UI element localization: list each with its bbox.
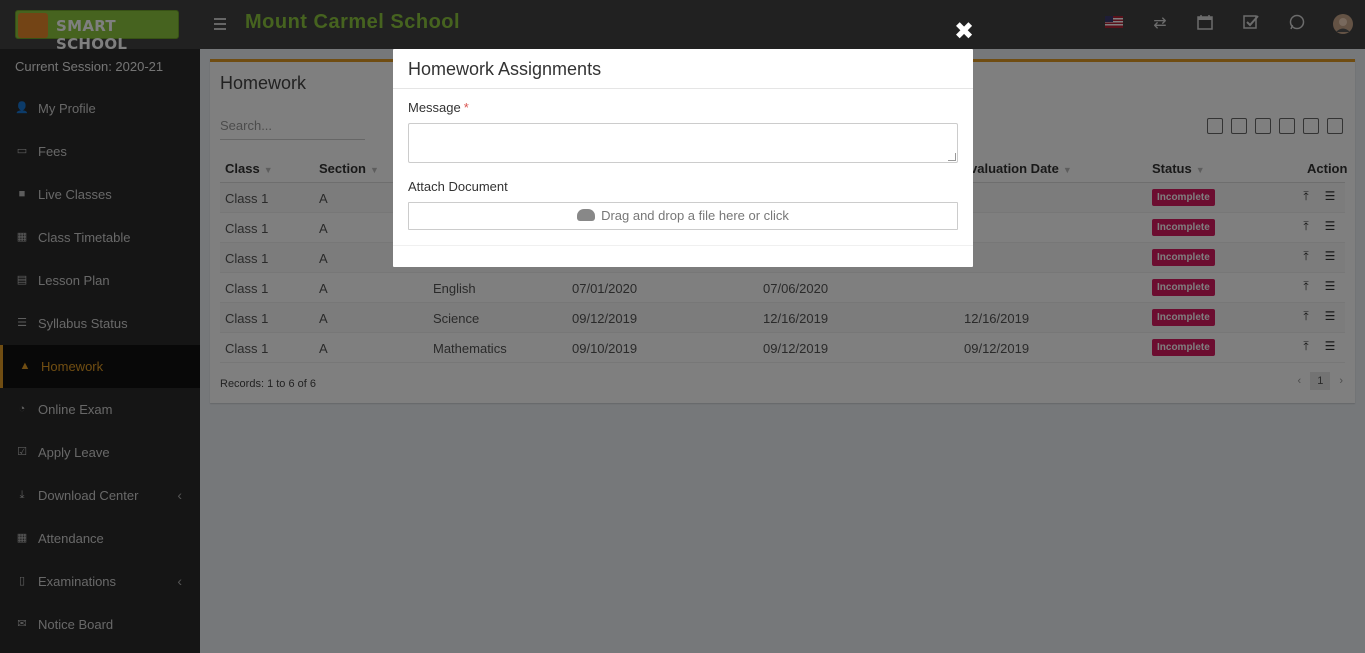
message-label: Message * bbox=[408, 100, 469, 115]
modal-title: Homework Assignments bbox=[408, 59, 602, 79]
cloud-upload-icon bbox=[577, 208, 596, 221]
resize-handle-icon[interactable] bbox=[948, 153, 956, 161]
dropzone-text: Drag and drop a file here or click bbox=[601, 208, 789, 223]
attach-document-label: Attach Document bbox=[408, 179, 508, 194]
required-mark: * bbox=[463, 100, 469, 115]
modal-header: Homework Assignments bbox=[393, 49, 973, 89]
modal-footer bbox=[393, 245, 973, 246]
close-icon[interactable]: ✖ bbox=[954, 19, 974, 45]
homework-assignment-modal: Homework Assignments Message * Attach Doc… bbox=[393, 49, 973, 267]
file-dropzone[interactable]: Drag and drop a file here or click bbox=[408, 202, 958, 230]
message-textarea[interactable] bbox=[408, 123, 958, 163]
